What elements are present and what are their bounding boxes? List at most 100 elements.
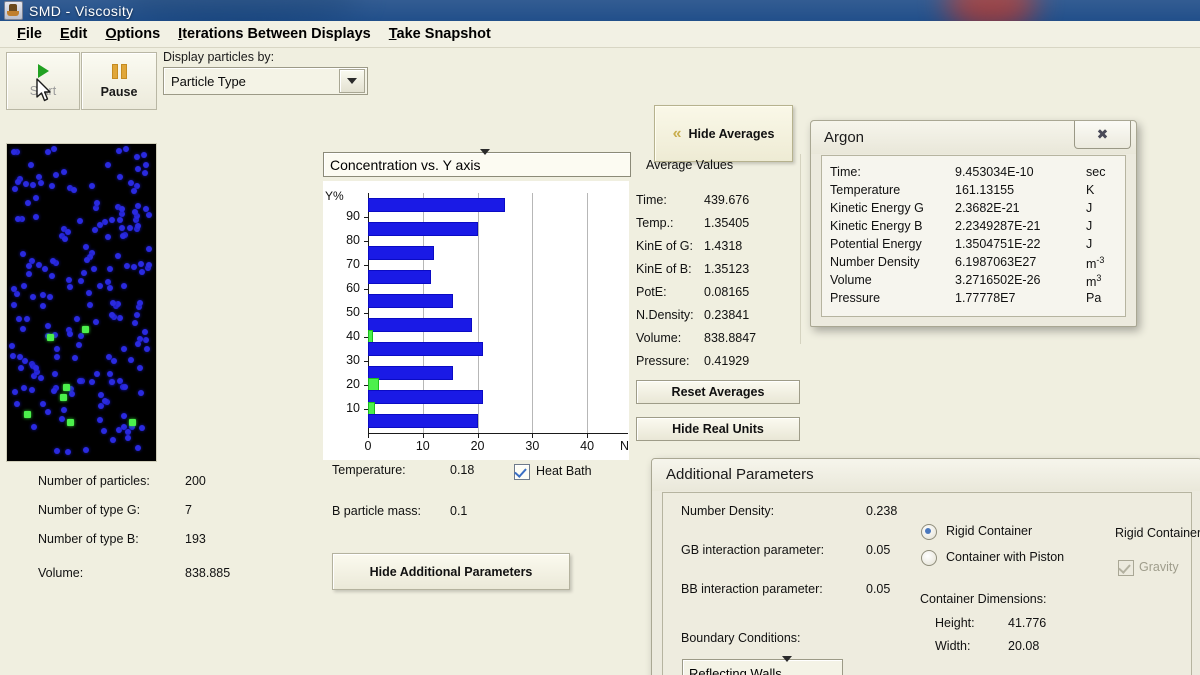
display-particles-by-label: Display particles by:: [163, 50, 275, 64]
chevron-down-icon[interactable]: [339, 69, 365, 93]
chevron-down-icon[interactable]: [781, 656, 807, 675]
number-density-label: Number Density:: [681, 504, 775, 518]
particle-b: [88, 182, 95, 189]
hide-averages-label: Hide Averages: [688, 126, 775, 141]
argon-value-1: 161.13155: [955, 183, 1015, 197]
chart-y-tick-mark: [364, 313, 368, 314]
hide-additional-parameters-button[interactable]: Hide Additional Parameters: [332, 553, 570, 590]
chart-bar-b: [368, 318, 473, 332]
chart-y-tick-label: 30: [346, 353, 360, 367]
particle-g: [129, 419, 136, 426]
menubar: File Edit Options Iterations Between Dis…: [0, 21, 1200, 48]
particle-b: [46, 293, 53, 300]
avg-value-3: 1.35123: [704, 262, 750, 276]
heat-bath-checkbox[interactable]: [514, 464, 530, 480]
display-particles-by-group: Display particles by: Particle Type: [163, 50, 368, 95]
particle-b: [13, 291, 20, 298]
hide-real-units-button[interactable]: Hide Real Units: [636, 417, 800, 441]
particle-b: [53, 354, 60, 361]
argon-dialog-titlebar: Argon ✖: [811, 121, 1136, 154]
hide-real-units-label: Hide Real Units: [672, 422, 764, 436]
reset-averages-button[interactable]: Reset Averages: [636, 380, 800, 404]
chevron-down-icon[interactable]: [480, 149, 500, 174]
chart-bar-b: [368, 294, 453, 308]
argon-value-3: 2.2349287E-21: [955, 219, 1041, 233]
chart-bar-b: [368, 342, 484, 356]
avg-value-6: 838.8847: [704, 331, 757, 345]
argon-label-7: Pressure: [830, 291, 881, 305]
argon-value-0: 9.453034E-10: [955, 165, 1034, 179]
particle-b: [109, 217, 116, 224]
argon-label-4: Potential Energy: [830, 237, 922, 251]
menu-edit[interactable]: Edit: [51, 24, 96, 44]
particle-b: [126, 225, 133, 232]
boundary-conditions-select[interactable]: Reflecting Walls: [682, 656, 843, 675]
menu-iterations-between-displays[interactable]: Iterations Between Displays: [169, 24, 380, 44]
avg-label-5: N.Density:: [636, 308, 694, 322]
main-window: SMD - Viscosity File Edit Options Iterat…: [0, 0, 1200, 675]
argon-unit-1: K: [1086, 183, 1095, 197]
particle-b: [17, 353, 24, 360]
chart-panel: Concentration vs. Y axis Y% N 0 10 20 30 40 1…: [323, 149, 631, 460]
menu-file[interactable]: File: [8, 24, 51, 44]
particle-b: [12, 388, 19, 395]
argon-value-5: 6.1987063E27: [955, 255, 1037, 269]
chart-y-tick-mark: [364, 217, 368, 218]
particle-b: [11, 285, 18, 292]
particle-b: [54, 346, 61, 353]
temperature-value: 0.18: [450, 463, 475, 477]
particle-b: [64, 229, 71, 236]
chart-bar-b: [368, 222, 478, 236]
particle-b: [44, 148, 51, 155]
concentration-bar-chart: Y% N 0 10 20 30 40 10 20 30 40 50 60 70 80 90: [323, 181, 629, 460]
particle-g: [63, 384, 70, 391]
number-density-value: 0.238: [866, 504, 898, 518]
bb-interaction-label: BB interaction parameter:: [681, 582, 823, 596]
particle-b: [32, 364, 39, 371]
menu-take-snapshot[interactable]: Take Snapshot: [380, 24, 500, 44]
particle-b: [77, 377, 84, 384]
particle-b: [52, 370, 59, 377]
argon-value-7: 1.77778E7: [955, 291, 1016, 305]
chart-x-axis-title: N: [619, 439, 629, 453]
particle-b: [124, 263, 131, 270]
particle-simulation-canvas[interactable]: [6, 143, 157, 462]
chart-x-tick-label: 30: [525, 439, 540, 453]
particle-b: [21, 283, 28, 290]
particle-b: [142, 162, 149, 169]
particle-b: [61, 168, 68, 175]
particle-b: [54, 447, 61, 454]
radio-rigid-container[interactable]: [921, 524, 937, 540]
particle-b: [116, 174, 123, 181]
particle-b: [30, 294, 37, 301]
start-button[interactable]: Start: [6, 52, 80, 110]
hide-additional-parameters-label: Hide Additional Parameters: [369, 564, 533, 579]
chart-view-select[interactable]: Concentration vs. Y axis: [323, 149, 631, 177]
particle-b: [92, 227, 99, 234]
chart-y-tick-label: 50: [346, 305, 360, 319]
chart-y-tick-mark: [364, 289, 368, 290]
particle-b: [142, 336, 149, 343]
radio-container-with-piston[interactable]: [921, 550, 937, 566]
pause-button[interactable]: Pause: [81, 52, 157, 110]
close-icon[interactable]: ✖: [1074, 121, 1131, 149]
particle-b: [135, 222, 142, 229]
particle-b: [111, 358, 118, 365]
avg-label-4: PotE:: [636, 285, 667, 299]
particle-b: [24, 199, 31, 206]
particle-b: [91, 266, 98, 273]
bb-interaction-value: 0.05: [866, 582, 891, 596]
container-dimensions-label: Container Dimensions:: [920, 592, 1047, 606]
menu-options[interactable]: Options: [96, 24, 169, 44]
gravity-checkbox[interactable]: [1118, 560, 1134, 576]
particle-b: [134, 311, 140, 318]
display-particles-by-select[interactable]: Particle Type: [163, 67, 368, 95]
toolbar: Start Pause Display particles by: Partic…: [0, 48, 1200, 162]
particle-g: [60, 394, 67, 401]
particle-b: [58, 416, 65, 423]
avg-label-3: KinE of B:: [636, 262, 692, 276]
chart-bar-b: [368, 366, 453, 380]
particle-b: [134, 445, 141, 451]
particle-b: [108, 311, 115, 318]
particle-b: [96, 282, 103, 289]
